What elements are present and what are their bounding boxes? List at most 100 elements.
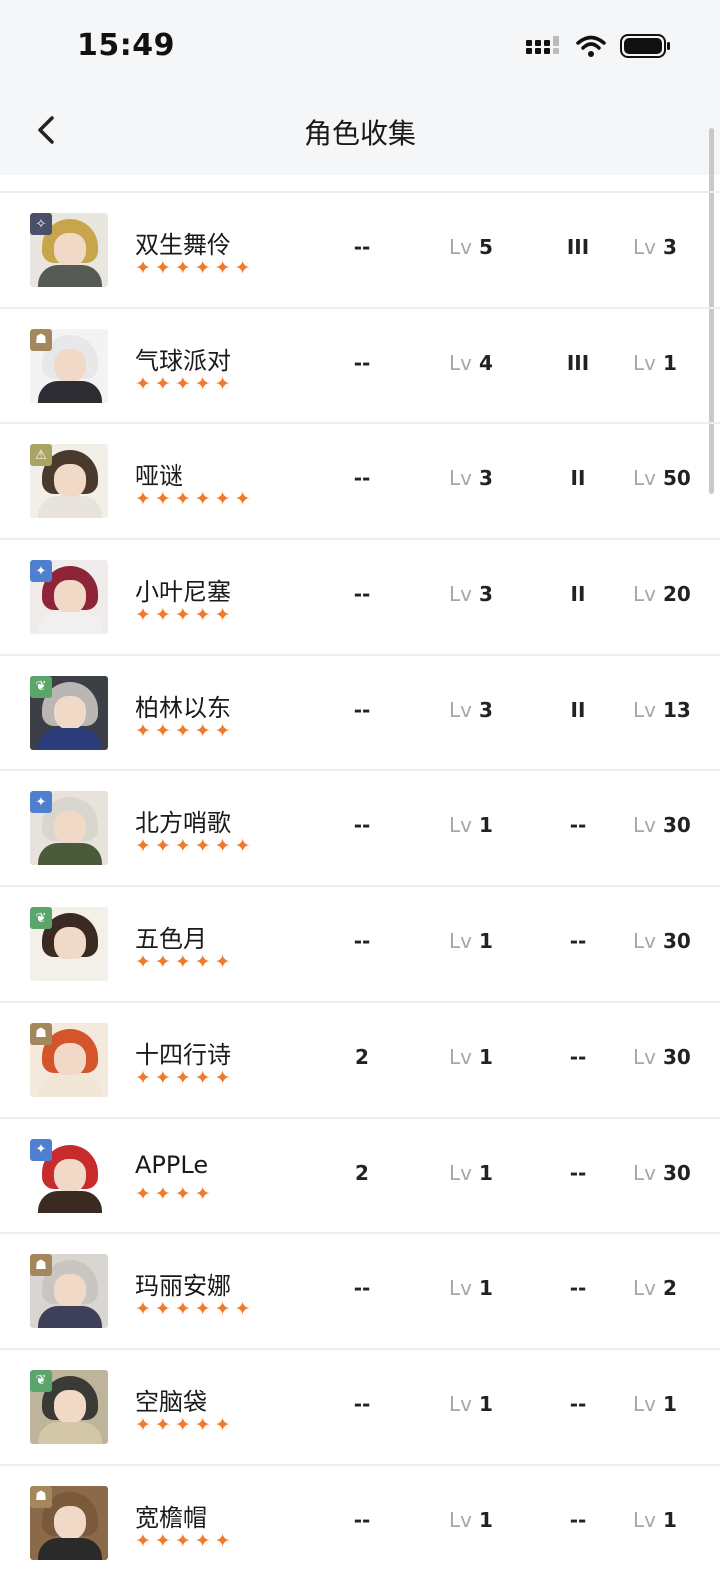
rarity-stars: ✦✦✦✦✦ — [135, 719, 235, 742]
character-level: Lv 1 — [633, 1507, 677, 1532]
skill-level: Lv 3 — [449, 582, 493, 607]
element-badge-icon: ☗ — [30, 1022, 52, 1045]
element-badge-icon: ✦ — [30, 791, 52, 814]
rarity-stars: ✦✦✦✦✦✦ — [135, 1298, 255, 1321]
duplicate-count: -- — [353, 1391, 371, 1416]
duplicate-count: -- — [353, 466, 371, 491]
duplicate-count: 2 — [355, 1160, 369, 1185]
duplicate-count: -- — [353, 1276, 371, 1301]
duplicate-count: -- — [353, 813, 371, 838]
top-bar: 15:49 角色收集 — [0, 0, 720, 175]
duplicate-count: 2 — [355, 1044, 369, 1069]
character-row[interactable]: ✦ 北方哨歌 ✦✦✦✦✦✦ -- Lv 1 -- Lv 30 — [0, 769, 720, 885]
character-level: Lv 30 — [633, 813, 691, 838]
character-name: 五色月 — [135, 925, 207, 954]
character-row[interactable]: ☗ 气球派对 ✦✦✦✦✦ -- Lv 4 III Lv 1 — [0, 306, 720, 423]
character-level: Lv 30 — [633, 1160, 691, 1185]
insight-rank: -- — [569, 813, 587, 838]
battery-icon — [620, 34, 670, 58]
element-badge-icon: ☗ — [30, 1254, 52, 1277]
status-icons — [526, 33, 672, 59]
character-name: 哑谜 — [135, 462, 183, 491]
character-avatar: ✦ — [30, 791, 108, 866]
character-name: 宽檐帽 — [135, 1503, 207, 1532]
rarity-stars: ✦✦✦✦✦✦ — [135, 835, 255, 858]
rarity-stars: ✦✦✦✦ — [135, 1182, 215, 1205]
insight-rank: II — [570, 697, 586, 722]
character-row[interactable]: ☗ 玛丽安娜 ✦✦✦✦✦✦ -- Lv 1 -- Lv 2 — [0, 1232, 720, 1348]
character-avatar: ☗ — [30, 1485, 108, 1560]
skill-level: Lv 1 — [449, 1276, 493, 1301]
character-row[interactable]: ❦ 空脑袋 ✦✦✦✦✦ -- Lv 1 -- Lv 1 — [0, 1347, 720, 1464]
character-row[interactable]: ✦ 小叶尼塞 ✦✦✦✦✦ -- Lv 3 II Lv 20 — [0, 538, 720, 654]
character-list: ✧ 双生舞伶 ✦✦✦✦✦✦ -- Lv 5 III Lv 3 ☗ 气球派对 ✦✦… — [0, 191, 720, 1579]
insight-rank: III — [566, 350, 590, 375]
skill-level: Lv 1 — [449, 1391, 493, 1416]
duplicate-count: -- — [353, 582, 371, 607]
character-level: Lv 13 — [633, 697, 691, 722]
character-level: Lv 20 — [633, 582, 691, 607]
rarity-stars: ✦✦✦✦✦ — [135, 604, 235, 627]
skill-level: Lv 4 — [449, 350, 493, 375]
insight-rank: -- — [569, 1507, 587, 1532]
character-name: 空脑袋 — [135, 1387, 207, 1416]
wifi-icon — [576, 35, 606, 57]
character-name: 玛丽安娜 — [135, 1272, 231, 1301]
character-name: 十四行诗 — [135, 1040, 231, 1069]
character-avatar: ❦ — [30, 907, 108, 982]
character-row[interactable]: ✧ 双生舞伶 ✦✦✦✦✦✦ -- Lv 5 III Lv 3 — [0, 191, 720, 307]
character-row[interactable]: ❦ 柏林以东 ✦✦✦✦✦ -- Lv 3 II Lv 13 — [0, 653, 720, 770]
character-avatar: ☗ — [30, 1254, 108, 1329]
character-avatar: ✧ — [30, 213, 108, 287]
character-name: APPLe — [135, 1150, 209, 1179]
insight-rank: -- — [569, 1160, 587, 1185]
character-level: Lv 2 — [633, 1276, 677, 1301]
duplicate-count: -- — [353, 1507, 371, 1532]
duplicate-count: -- — [353, 929, 371, 954]
character-level: Lv 3 — [633, 235, 677, 259]
character-avatar: ❦ — [30, 1369, 108, 1444]
element-badge-icon: ❦ — [30, 1369, 52, 1392]
skill-level: Lv 1 — [449, 929, 493, 954]
element-badge-icon: ☗ — [30, 1485, 52, 1508]
rarity-stars: ✦✦✦✦✦ — [135, 1413, 235, 1436]
insight-rank: II — [570, 582, 586, 607]
rarity-stars: ✦✦✦✦✦✦ — [135, 257, 255, 279]
page-title: 角色收集 — [303, 117, 416, 150]
character-row[interactable]: ❦ 五色月 ✦✦✦✦✦ -- Lv 1 -- Lv 30 — [0, 885, 720, 1001]
character-level: Lv 1 — [633, 350, 677, 375]
skill-level: Lv 3 — [449, 466, 493, 491]
rarity-stars: ✦✦✦✦✦✦ — [135, 488, 255, 511]
character-row[interactable]: ⚠ 哑谜 ✦✦✦✦✦✦ -- Lv 3 II Lv 50 — [0, 422, 720, 538]
insight-rank: -- — [569, 1044, 587, 1069]
character-avatar: ❦ — [30, 675, 108, 750]
element-badge-icon: ❦ — [30, 907, 52, 930]
character-row[interactable]: ☗ 十四行诗 ✦✦✦✦✦ 2 Lv 1 -- Lv 30 — [0, 1000, 720, 1117]
character-name: 柏林以东 — [135, 693, 231, 722]
duplicate-count: -- — [353, 235, 371, 259]
element-badge-icon: ✦ — [30, 1138, 52, 1161]
character-name: 双生舞伶 — [135, 231, 231, 259]
insight-rank: -- — [569, 1391, 587, 1416]
element-badge-icon: ❦ — [30, 675, 52, 698]
insight-rank: III — [566, 235, 590, 259]
character-row[interactable]: ✦ APPLe ✦✦✦✦ 2 Lv 1 -- Lv 30 — [0, 1116, 720, 1233]
rarity-stars: ✦✦✦✦✦ — [135, 951, 235, 974]
character-name: 北方哨歌 — [135, 809, 231, 838]
skill-level: Lv 5 — [449, 235, 493, 259]
character-avatar: ✦ — [30, 560, 108, 635]
character-avatar: ☗ — [30, 1022, 108, 1097]
status-time: 15:49 — [77, 28, 175, 63]
skill-level: Lv 3 — [449, 697, 493, 722]
insight-rank: -- — [569, 1276, 587, 1301]
duplicate-count: -- — [353, 697, 371, 722]
character-level: Lv 30 — [633, 1044, 691, 1069]
rarity-stars: ✦✦✦✦✦ — [135, 372, 235, 395]
character-name: 气球派对 — [135, 346, 231, 375]
rarity-stars: ✦✦✦✦✦ — [135, 1066, 235, 1089]
element-badge-icon: ☗ — [30, 328, 52, 351]
character-avatar: ☗ — [30, 328, 108, 403]
character-level: Lv 1 — [633, 1391, 677, 1416]
rarity-stars: ✦✦✦✦✦ — [135, 1529, 235, 1552]
character-row[interactable]: ☗ 宽檐帽 ✦✦✦✦✦ -- Lv 1 -- Lv 1 — [0, 1463, 720, 1579]
